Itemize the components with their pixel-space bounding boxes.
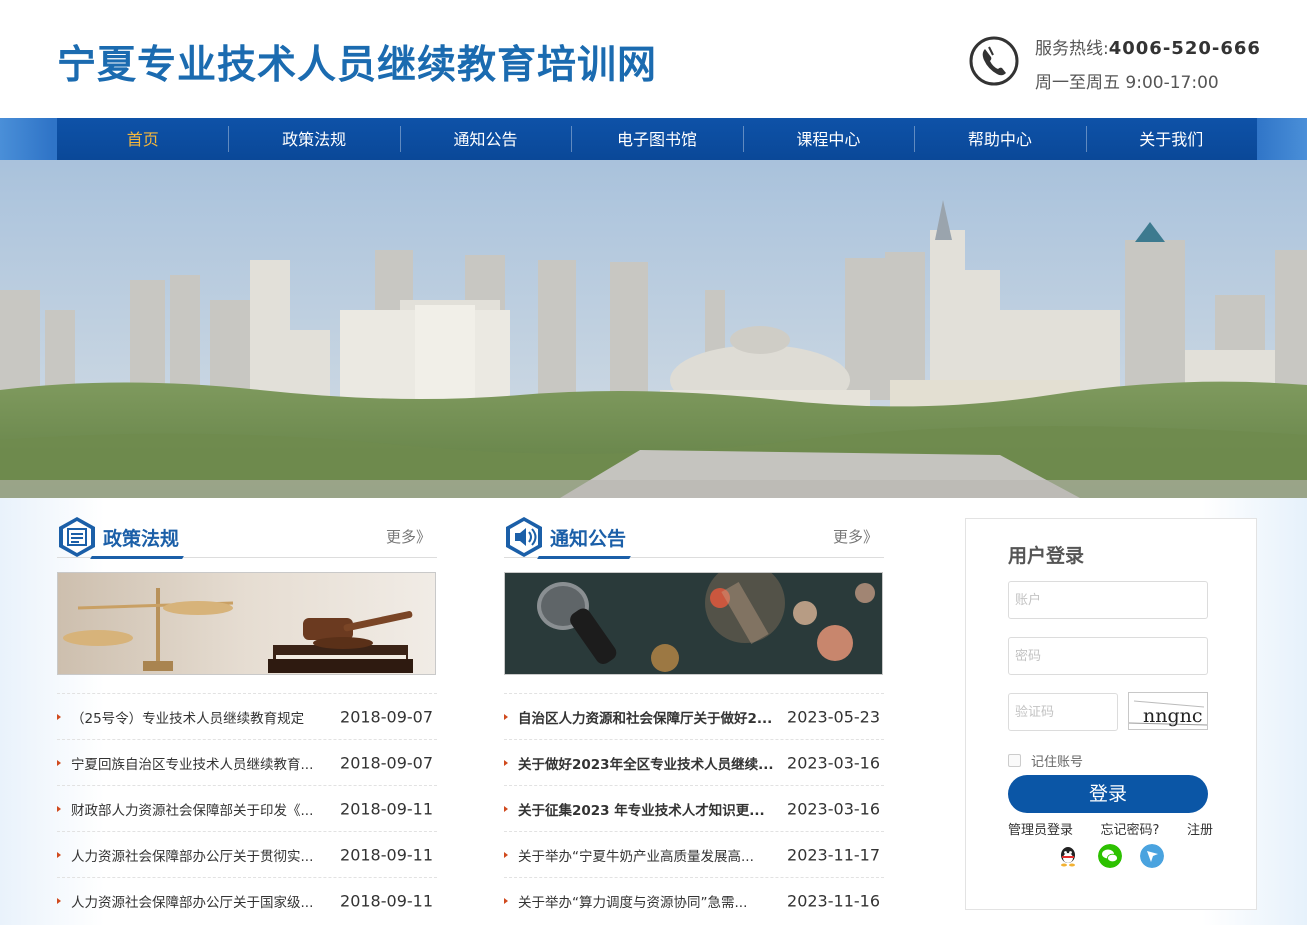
list-item[interactable]: 自治区人力资源和社会保障厅关于做好2... 2023-05-23 — [504, 693, 884, 739]
bullet-icon — [504, 897, 508, 904]
policy-more-link[interactable]: 更多》 — [386, 526, 431, 547]
nav-notice[interactable]: 通知公告 — [399, 118, 571, 160]
bullet-icon — [57, 759, 61, 766]
forgot-password-link[interactable]: 忘记密码? — [1101, 819, 1160, 838]
item-title[interactable]: 人力资源社会保障部办公厅关于贯彻实... — [71, 845, 327, 865]
policy-list: （25号令）专业技术人员继续教育规定 2018-09-07 宁夏回族自治区专业技… — [57, 693, 437, 923]
notice-list: 自治区人力资源和社会保障厅关于做好2... 2023-05-23 关于做好202… — [504, 693, 884, 923]
login-links: 管理员登录 忘记密码? 注册 — [1008, 819, 1213, 838]
bullet-icon — [504, 851, 508, 858]
item-date: 2023-11-16 — [787, 891, 880, 910]
nav-help[interactable]: 帮助中心 — [914, 118, 1085, 160]
bullet-icon — [57, 805, 61, 812]
account-input[interactable] — [1008, 581, 1208, 619]
item-date: 2023-11-17 — [787, 845, 880, 864]
list-item[interactable]: 关于举办“算力调度与资源协同”急需... 2023-11-16 — [504, 877, 884, 923]
item-title[interactable]: 宁夏回族自治区专业技术人员继续教育... — [71, 753, 327, 773]
list-item[interactable]: 宁夏回族自治区专业技术人员继续教育... 2018-09-07 — [57, 739, 437, 785]
login-panel: 用户登录 nngnc 记住账号 登录 管理员登录 忘记密码? 注册 — [965, 518, 1257, 910]
notice-section: 通知公告 更多》 自治区人力资源和社会保障厅关于做好2... 2023-05-2… — [504, 516, 884, 923]
title-underline — [90, 556, 184, 559]
nav-library[interactable]: 电子图书馆 — [571, 118, 742, 160]
bullet-icon — [57, 851, 61, 858]
bullet-icon — [504, 759, 508, 766]
list-item[interactable]: 财政部人力资源社会保障部关于印发《... 2018-09-11 — [57, 785, 437, 831]
item-date: 2018-09-11 — [340, 799, 433, 818]
hotline-number: 4006-520-666 — [1108, 38, 1261, 59]
bullet-icon — [504, 805, 508, 812]
newspaper-icon — [59, 517, 95, 557]
phone-icon — [969, 36, 1019, 86]
list-item[interactable]: （25号令）专业技术人员继续教育规定 2018-09-07 — [57, 693, 437, 739]
item-title[interactable]: 财政部人力资源社会保障部关于印发《... — [71, 799, 327, 819]
title-underline — [537, 556, 631, 559]
notice-title: 通知公告 — [550, 528, 627, 550]
remember-account[interactable]: 记住账号 — [1008, 751, 1083, 770]
bullet-icon — [57, 897, 61, 904]
nav-about[interactable]: 关于我们 — [1085, 118, 1257, 160]
password-input[interactable] — [1008, 637, 1208, 675]
main-nav: 首页 政策法规 通知公告 电子图书馆 课程中心 帮助中心 关于我们 — [57, 118, 1257, 160]
item-date: 2018-09-11 — [340, 891, 433, 910]
item-title[interactable]: （25号令）专业技术人员继续教育规定 — [71, 707, 327, 727]
bullet-icon — [504, 713, 508, 720]
item-title[interactable]: 关于征集2023 年专业技术人才知识更... — [518, 799, 774, 819]
site-header: 宁夏专业技术人员继续教育培训网 服务热线:4006-520-666 周一至周五 … — [0, 0, 1307, 118]
speaker-icon — [506, 517, 542, 557]
nav-home[interactable]: 首页 — [57, 118, 228, 160]
city-banner — [0, 160, 1307, 498]
item-date: 2018-09-11 — [340, 845, 433, 864]
weibo-icon[interactable] — [1140, 844, 1164, 868]
admin-login-link[interactable]: 管理员登录 — [1008, 819, 1073, 838]
nav-bar: 首页 政策法规 通知公告 电子图书馆 课程中心 帮助中心 关于我们 — [0, 118, 1307, 160]
list-item[interactable]: 关于举办“宁夏牛奶产业高质量发展高... 2023-11-17 — [504, 831, 884, 877]
list-item[interactable]: 人力资源社会保障部办公厅关于国家级... 2018-09-11 — [57, 877, 437, 923]
nav-policy[interactable]: 政策法规 — [228, 118, 399, 160]
list-item[interactable]: 关于做好2023年全区专业技术人员继续... 2023-03-16 — [504, 739, 884, 785]
item-title[interactable]: 关于举办“算力调度与资源协同”急需... — [518, 891, 774, 911]
item-title[interactable]: 自治区人力资源和社会保障厅关于做好2... — [518, 707, 774, 727]
item-date: 2023-05-23 — [787, 707, 880, 726]
login-button[interactable]: 登录 — [1008, 775, 1208, 813]
hotline-label: 服务热线: — [1035, 39, 1109, 59]
wechat-icon[interactable] — [1098, 844, 1122, 868]
item-title[interactable]: 人力资源社会保障部办公厅关于国家级... — [71, 891, 327, 911]
nav-courses[interactable]: 课程中心 — [742, 118, 914, 160]
notice-image[interactable] — [504, 572, 883, 675]
captcha-image[interactable]: nngnc — [1128, 692, 1208, 730]
captcha-input[interactable] — [1008, 693, 1118, 731]
social-login — [1056, 844, 1164, 868]
notice-header: 通知公告 更多》 — [504, 516, 884, 559]
banner-image — [0, 160, 1307, 498]
item-date: 2023-03-16 — [787, 753, 880, 772]
item-date: 2023-03-16 — [787, 799, 880, 818]
service-hours: 周一至周五 9:00-17:00 — [1035, 73, 1219, 93]
item-title[interactable]: 关于举办“宁夏牛奶产业高质量发展高... — [518, 845, 774, 865]
policy-header: 政策法规 更多》 — [57, 516, 437, 559]
item-date: 2018-09-07 — [340, 707, 433, 726]
bullet-icon — [57, 713, 61, 720]
list-item[interactable]: 人力资源社会保障部办公厅关于贯彻实... 2018-09-11 — [57, 831, 437, 877]
policy-image[interactable] — [57, 572, 436, 675]
hotline: 服务热线:4006-520-666 — [1035, 34, 1261, 59]
content-area: 政策法规 更多》 （25号令）专业技术人员继续教育规定 2018-09-07 宁… — [0, 498, 1307, 925]
list-item[interactable]: 关于征集2023 年专业技术人才知识更... 2023-03-16 — [504, 785, 884, 831]
policy-section: 政策法规 更多》 （25号令）专业技术人员继续教育规定 2018-09-07 宁… — [57, 516, 437, 923]
captcha-text: nngnc — [1143, 705, 1203, 727]
item-date: 2018-09-07 — [340, 753, 433, 772]
policy-title: 政策法规 — [103, 528, 180, 550]
remember-checkbox[interactable] — [1008, 754, 1021, 767]
item-title[interactable]: 关于做好2023年全区专业技术人员继续... — [518, 753, 774, 773]
qq-icon[interactable] — [1056, 844, 1080, 868]
register-link[interactable]: 注册 — [1187, 819, 1213, 838]
login-title: 用户登录 — [1008, 545, 1085, 567]
remember-label: 记住账号 — [1031, 755, 1084, 770]
site-title[interactable]: 宁夏专业技术人员继续教育培训网 — [57, 34, 657, 90]
notice-more-link[interactable]: 更多》 — [833, 526, 878, 547]
